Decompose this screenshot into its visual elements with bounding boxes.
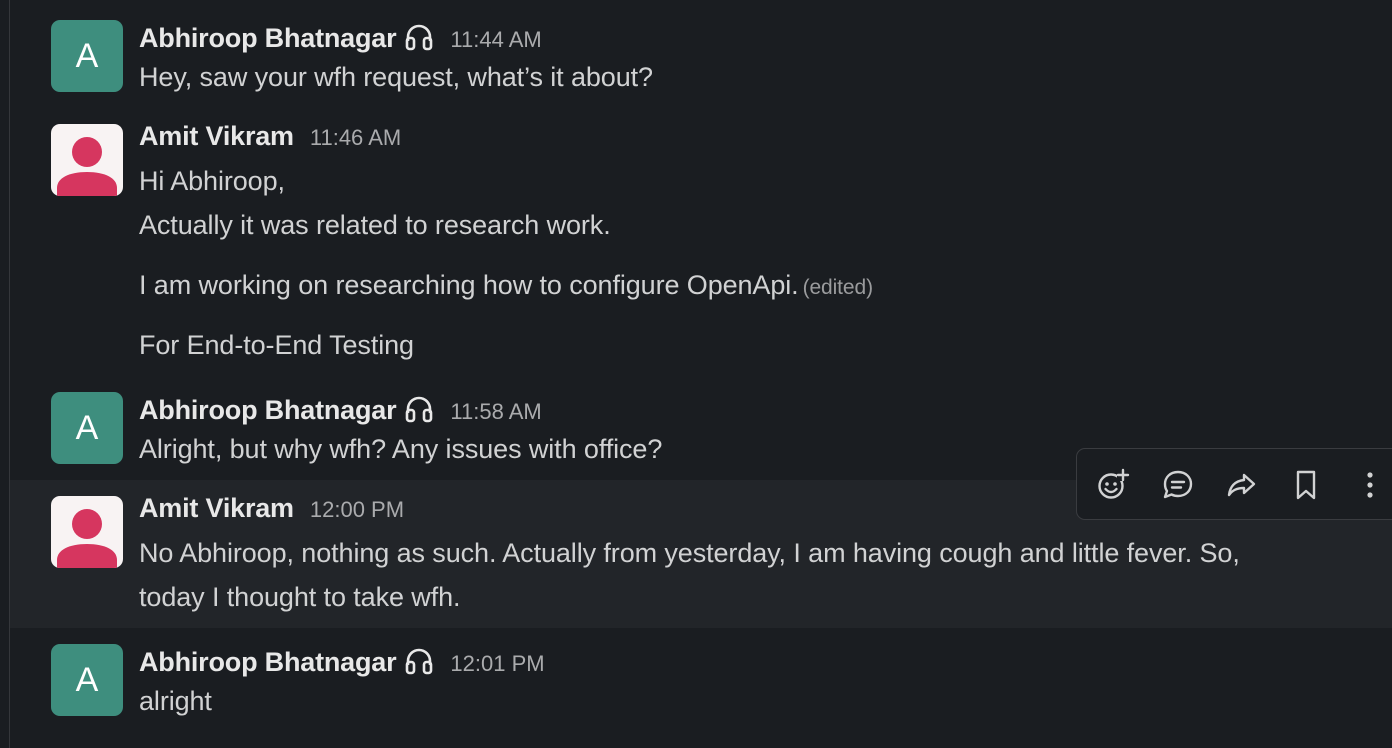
add-reaction-button[interactable] — [1089, 461, 1137, 509]
avatar[interactable]: A — [51, 392, 123, 464]
avatar-letter: A — [75, 36, 99, 75]
message-item[interactable]: A Abhiroop Bhatnagar 11:44 AM Hey, saw y… — [10, 0, 1392, 104]
author-name[interactable]: Amit Vikram — [139, 493, 294, 524]
message-text: For End-to-End Testing — [139, 330, 414, 360]
author-name[interactable]: Abhiroop Bhatnagar — [139, 647, 397, 678]
avatar[interactable]: A — [51, 644, 123, 716]
author-name[interactable]: Abhiroop Bhatnagar — [139, 395, 397, 426]
message-timestamp[interactable]: 11:58 AM — [450, 399, 541, 425]
message-item[interactable]: A Abhiroop Bhatnagar 12:01 PM alright — [10, 628, 1392, 748]
save-for-later-button[interactable] — [1282, 461, 1330, 509]
default-user-avatar-icon — [57, 509, 117, 568]
message-text: I am working on researching how to confi… — [139, 270, 799, 300]
reply-in-thread-icon — [1163, 470, 1193, 499]
avatar[interactable] — [51, 124, 123, 196]
forward-message-icon — [1227, 473, 1256, 497]
message-text: Actually it was related to research work… — [139, 210, 611, 240]
message-text: No Abhiroop, nothing as such. Actually f… — [139, 538, 1240, 568]
avatar[interactable]: A — [51, 20, 123, 92]
forward-message-button[interactable] — [1218, 461, 1266, 509]
save-bookmark-icon — [1296, 470, 1316, 500]
headphones-icon[interactable] — [404, 394, 434, 424]
message-text: Alright, but why wfh? Any issues with of… — [139, 434, 663, 464]
message-text: alright — [139, 686, 212, 716]
author-name[interactable]: Amit Vikram — [139, 121, 294, 152]
headphones-icon[interactable] — [404, 646, 434, 676]
avatar-letter: A — [75, 408, 99, 447]
default-user-avatar-icon — [57, 137, 117, 196]
edited-label: (edited) — [802, 276, 874, 299]
add-reaction-icon — [1098, 468, 1130, 499]
message-actions-toolbar — [1076, 448, 1392, 520]
avatar[interactable] — [51, 496, 123, 568]
avatar-letter: A — [75, 660, 99, 699]
message-text-edited: I am working on researching how to confi… — [139, 270, 873, 301]
message-timestamp[interactable]: 11:44 AM — [450, 27, 541, 53]
more-actions-icon — [1367, 472, 1373, 498]
message-item[interactable]: Amit Vikram 11:46 AM Hi Abhiroop, Actual… — [10, 104, 1392, 390]
message-timestamp[interactable]: 12:01 PM — [450, 651, 544, 677]
message-pane: A Abhiroop Bhatnagar 11:44 AM Hey, saw y… — [9, 0, 1392, 748]
headphones-icon[interactable] — [404, 22, 434, 52]
message-text: today I thought to take wfh. — [139, 582, 461, 612]
author-name[interactable]: Abhiroop Bhatnagar — [139, 23, 397, 54]
message-text: Hi Abhiroop, — [139, 166, 285, 196]
message-timestamp[interactable]: 12:00 PM — [310, 497, 404, 523]
message-text: Hey, saw your wfh request, what’s it abo… — [139, 62, 653, 92]
more-actions-button[interactable] — [1346, 461, 1392, 509]
message-timestamp[interactable]: 11:46 AM — [310, 125, 401, 151]
reply-in-thread-button[interactable] — [1154, 461, 1202, 509]
